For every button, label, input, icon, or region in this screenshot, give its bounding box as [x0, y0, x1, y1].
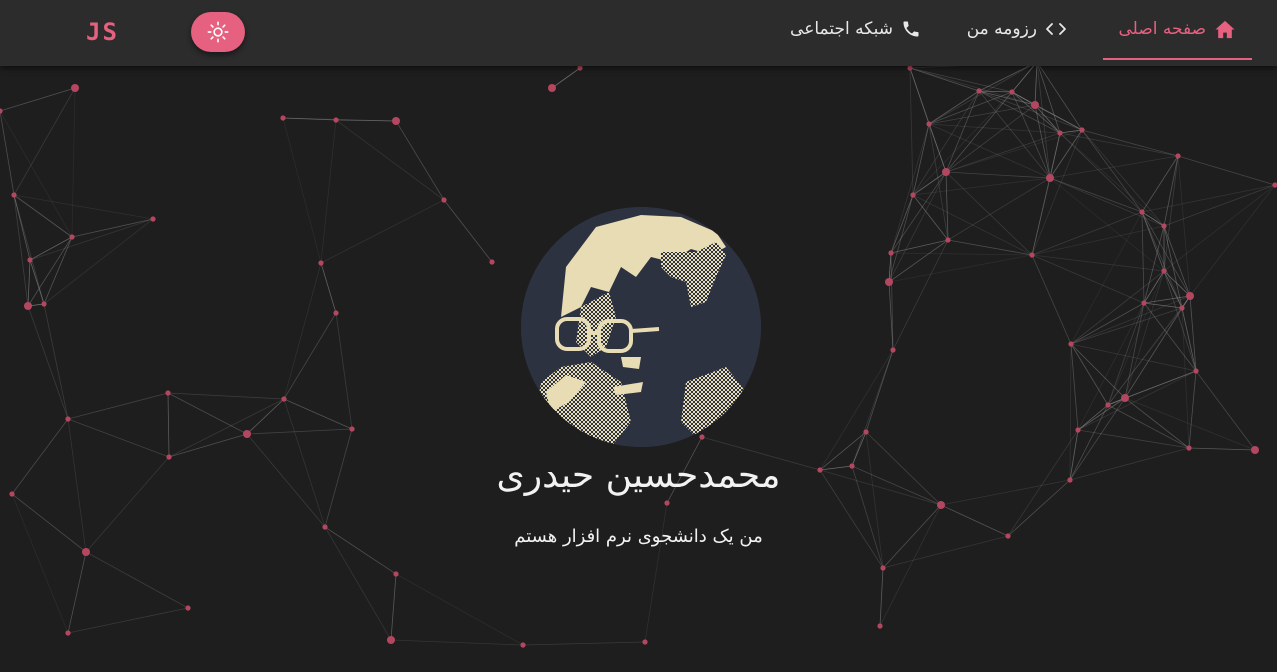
- nav-item-label: رزومه من: [966, 19, 1037, 39]
- profile-avatar: [521, 207, 761, 447]
- home-icon: [1214, 19, 1236, 39]
- nav-item-resume[interactable]: رزومه من: [967, 0, 1067, 58]
- code-icon: [1045, 21, 1067, 37]
- profile-name: محمدحسین حیدری: [496, 455, 781, 496]
- logo[interactable]: JS: [86, 17, 119, 47]
- nav-item-social[interactable]: شبکه اجتماعی: [790, 0, 921, 58]
- nav-item-label: شبکه اجتماعی: [790, 19, 893, 39]
- sun-icon: [207, 21, 229, 43]
- navbar: JS صفحه اصلی رزومه من شبکه اجتماعی: [0, 0, 1277, 66]
- hero-section: محمدحسین حیدری من یک دانشجوی نرم افزار ه…: [0, 0, 1277, 672]
- theme-toggle-button[interactable]: [191, 12, 245, 52]
- avatar-illustration: [521, 207, 761, 447]
- nav-item-home[interactable]: صفحه اصلی: [1102, 0, 1252, 60]
- phone-icon: [901, 19, 921, 39]
- nav-item-label: صفحه اصلی: [1118, 19, 1206, 39]
- profile-tagline: من یک دانشجوی نرم افزار هستم: [514, 526, 763, 547]
